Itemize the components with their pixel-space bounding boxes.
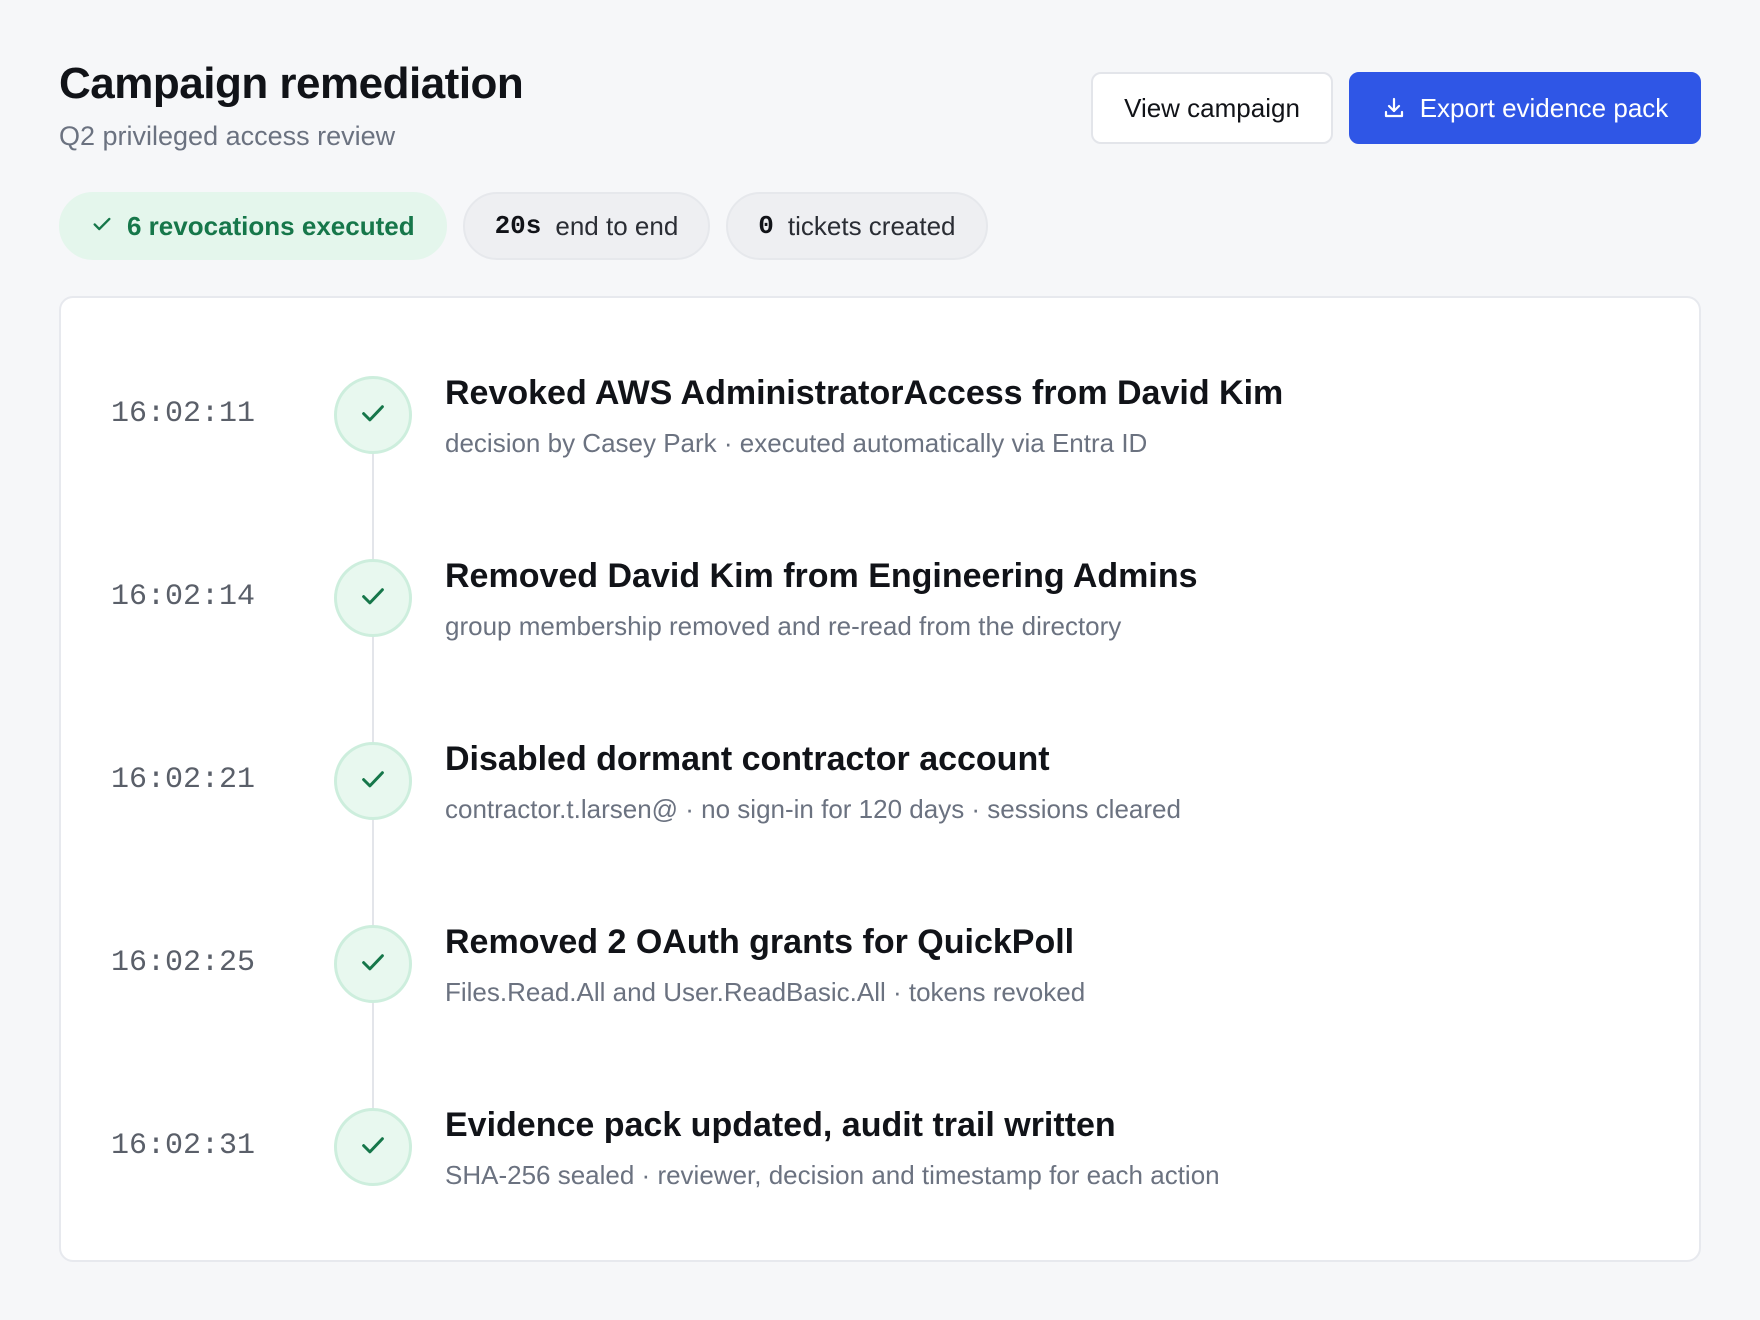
event-detail: SHA-256 sealed · reviewer, decision and …: [445, 1160, 1220, 1190]
duration-chip: 20s end to end: [462, 192, 711, 260]
campaign-remediation-page: Campaign remediation Q2 privileged acces…: [0, 0, 1760, 1320]
event-detail: decision by Casey Park · executed automa…: [445, 428, 1148, 458]
page-header: Campaign remediation Q2 privileged acces…: [59, 58, 1701, 158]
check-icon: [358, 1130, 388, 1165]
event-status-marker: [334, 742, 412, 820]
event-time: 16:02:21: [111, 763, 256, 797]
event-title: Removed David Kim from Engineering Admin…: [445, 557, 1198, 595]
check-icon: [358, 398, 388, 433]
timeline-event: 16:02:14 Removed David Kim from Engineer…: [61, 557, 1699, 742]
timeline-event: 16:02:25 Removed 2 OAuth grants for Quic…: [61, 923, 1699, 1108]
check-icon: [358, 581, 388, 616]
event-title: Revoked AWS AdministratorAccess from Dav…: [445, 374, 1284, 412]
event-status-marker: [334, 376, 412, 454]
check-icon: [358, 947, 388, 982]
tickets-value: 0: [758, 211, 774, 241]
check-icon: [358, 764, 388, 799]
event-detail: group membership removed and re-read fro…: [445, 611, 1122, 641]
event-time: 16:02:25: [111, 946, 256, 980]
tickets-chip: 0 tickets created: [726, 192, 988, 260]
tickets-label: tickets created: [787, 210, 956, 241]
event-status-marker: [334, 559, 412, 637]
timeline-event: 16:02:31 Evidence pack updated, audit tr…: [61, 1106, 1699, 1291]
export-evidence-pack-label: Export evidence pack: [1419, 92, 1669, 123]
revocations-label: 6 revocations executed: [127, 210, 415, 241]
timeline-event: 16:02:11 Revoked AWS AdministratorAccess…: [61, 374, 1699, 559]
timeline-card: 16:02:11 Revoked AWS AdministratorAccess…: [59, 296, 1701, 1262]
event-detail: Files.Read.All and User.ReadBasic.All · …: [445, 977, 1086, 1007]
stats-chips: 6 revocations executed 20s end to end 0 …: [59, 192, 988, 260]
duration-value: 20s: [494, 211, 542, 241]
revocations-chip: 6 revocations executed: [59, 192, 447, 260]
event-time: 16:02:14: [111, 580, 256, 614]
duration-label: end to end: [555, 210, 679, 241]
event-status-marker: [334, 925, 412, 1003]
export-evidence-pack-button[interactable]: Export evidence pack: [1349, 72, 1701, 144]
event-title: Removed 2 OAuth grants for QuickPoll: [445, 923, 1075, 961]
view-campaign-button[interactable]: View campaign: [1091, 72, 1333, 144]
timeline: 16:02:11 Revoked AWS AdministratorAccess…: [61, 298, 1699, 1291]
header-actions: View campaign Export evidence pack: [1091, 72, 1701, 144]
event-status-marker: [334, 1108, 412, 1186]
download-icon: [1382, 96, 1406, 120]
timeline-event: 16:02:21 Disabled dormant contractor acc…: [61, 740, 1699, 925]
event-title: Evidence pack updated, audit trail writt…: [445, 1106, 1116, 1144]
event-time: 16:02:11: [111, 397, 256, 431]
check-icon: [91, 211, 113, 242]
event-detail: contractor.t.larsen@ · no sign-in for 12…: [445, 794, 1181, 824]
event-time: 16:02:31: [111, 1129, 256, 1163]
event-title: Disabled dormant contractor account: [445, 740, 1050, 778]
